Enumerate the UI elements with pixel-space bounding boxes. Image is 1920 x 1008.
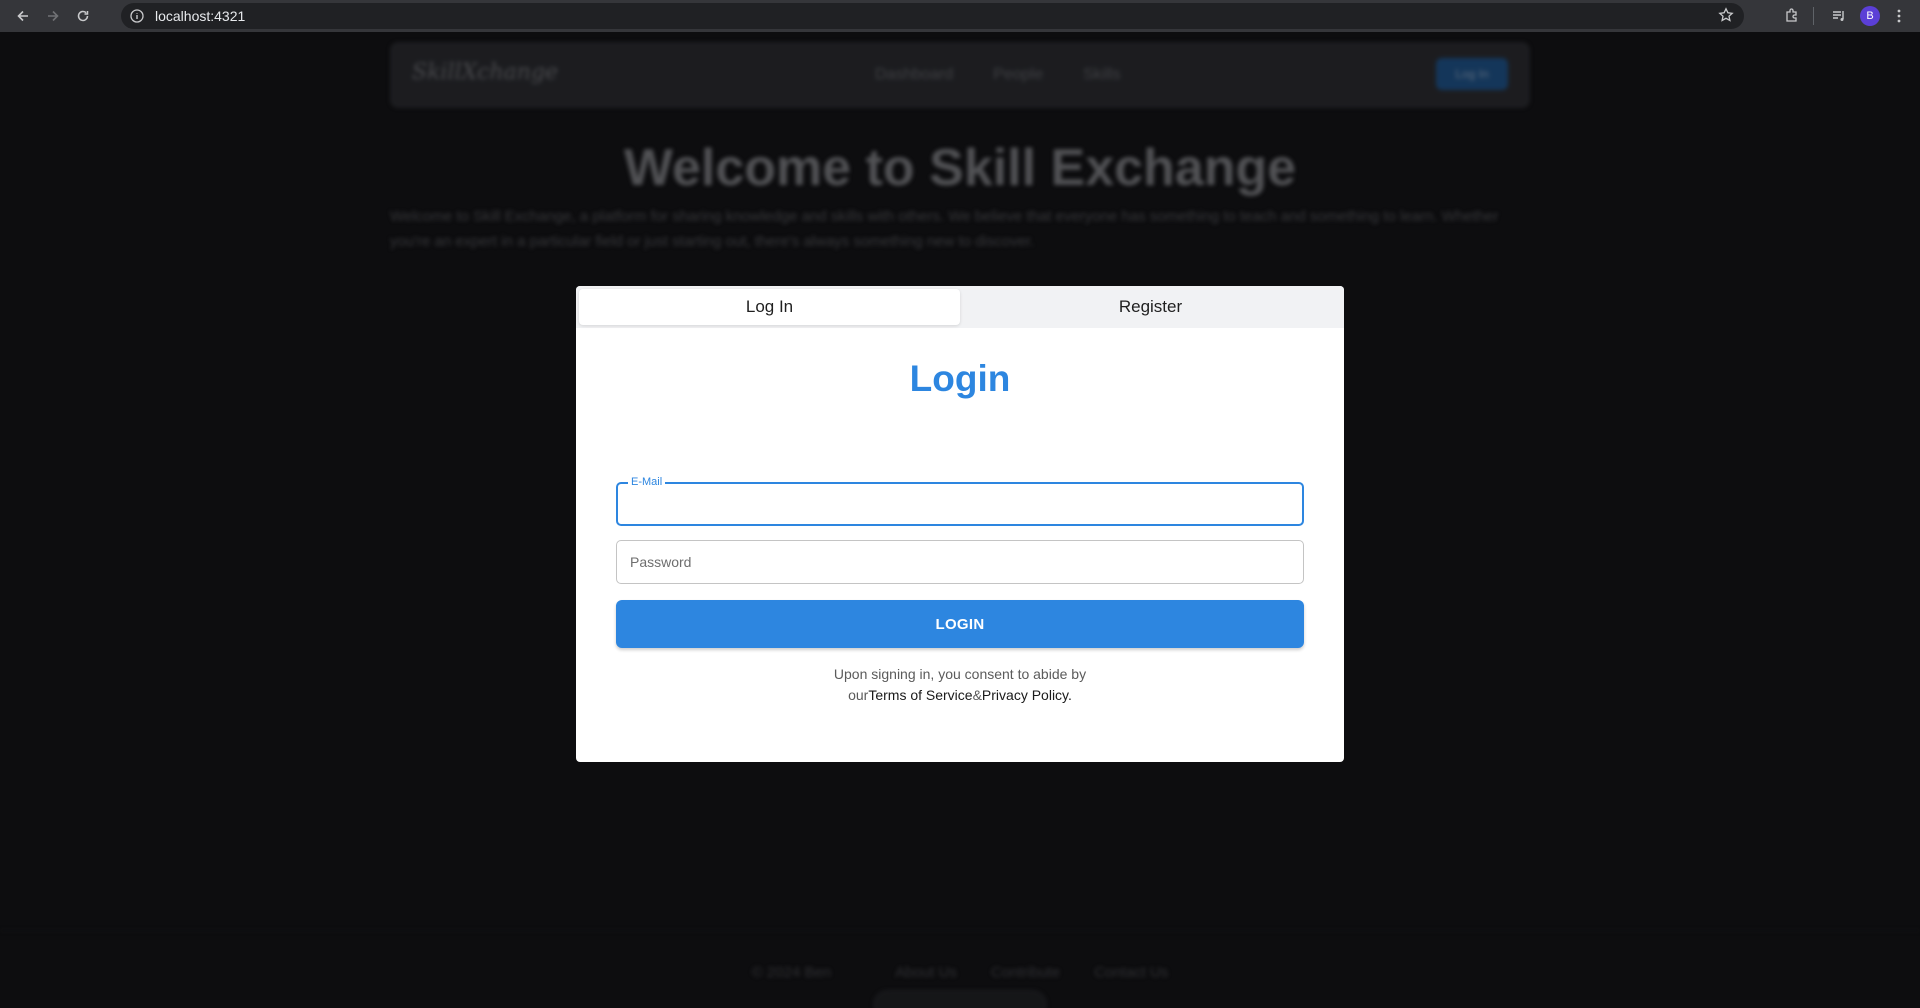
password-field[interactable] (616, 540, 1304, 584)
footer-link-contribute[interactable]: Contribute (991, 964, 1060, 981)
consent-line-1: Upon signing in, you consent to abide by (833, 666, 1087, 682)
url-text: localhost:4321 (155, 8, 246, 24)
nav-link-skills[interactable]: Skills (1083, 66, 1120, 84)
login-button[interactable]: LOGIN (616, 600, 1304, 648)
media-controls-icon[interactable] (1824, 1, 1854, 31)
browser-toolbar: localhost:4321 B (0, 0, 1920, 32)
nav-login-button[interactable]: Log In (1436, 58, 1508, 90)
consent-amp: & (972, 687, 982, 703)
password-input[interactable] (617, 541, 1303, 583)
site-logo[interactable]: SkillXchange (412, 60, 558, 85)
reload-icon[interactable] (68, 1, 98, 31)
auth-tabs: Log In Register (576, 286, 1344, 328)
back-arrow-icon[interactable] (8, 1, 38, 31)
hero-text: Welcome to Skill Exchange, a platform fo… (390, 208, 1499, 250)
nav-link-people[interactable]: People (993, 66, 1043, 84)
footer-link-about[interactable]: About Us (895, 964, 957, 981)
dev-toolbar[interactable] (873, 990, 1047, 1008)
privacy-link[interactable]: Privacy Policy. (982, 687, 1072, 703)
footer-divider (0, 930, 1920, 931)
tab-log-in[interactable]: Log In (579, 289, 960, 325)
forward-arrow-icon[interactable] (38, 1, 68, 31)
consent-prefix: our (848, 687, 869, 703)
footer-link-contact[interactable]: Contact Us (1094, 964, 1168, 981)
site-footer: © 2024 Ben About Us Contribute Contact U… (0, 964, 1920, 981)
address-bar[interactable]: localhost:4321 (121, 3, 1744, 29)
profile-avatar[interactable]: B (1860, 6, 1880, 26)
consent-text: Upon signing in, you consent to abide by… (576, 664, 1344, 706)
consent-line-2: ourTerms of Service&Privacy Policy. (576, 685, 1344, 706)
extensions-icon[interactable] (1777, 1, 1807, 31)
bookmark-star-icon[interactable] (1718, 7, 1734, 28)
terms-link[interactable]: Terms of Service (868, 687, 972, 703)
login-modal: Log In Register Login E-Mail LOGIN Upon … (576, 286, 1344, 762)
hero-title: Welcome to Skill Exchange (623, 139, 1297, 197)
tab-register[interactable]: Register (960, 289, 1341, 325)
toolbar-divider (1813, 7, 1814, 25)
email-label: E-Mail (628, 476, 666, 488)
site-info-icon[interactable] (129, 8, 145, 24)
nav-link-dashboard[interactable]: Dashboard (875, 66, 953, 84)
email-input[interactable] (618, 484, 1302, 524)
menu-kebab-icon[interactable] (1884, 1, 1914, 31)
modal-title: Login (909, 358, 1011, 399)
email-field[interactable]: E-Mail (616, 476, 1304, 526)
site-navbar: SkillXchange Dashboard People Skills Log… (390, 42, 1530, 108)
footer-copyright: © 2024 Ben (751, 964, 832, 981)
